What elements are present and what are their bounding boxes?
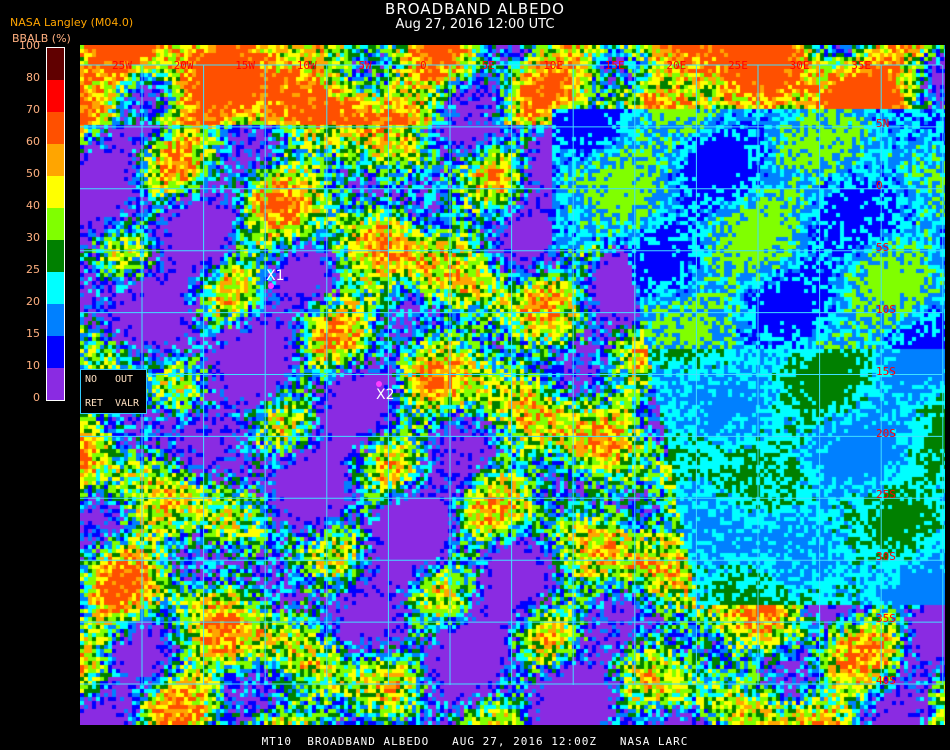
no-label: NO: [85, 374, 98, 385]
valr-label: VALR: [115, 398, 140, 409]
legend-swatch: [47, 336, 64, 368]
legend-swatch: [47, 144, 64, 176]
longitude-label: 15W: [235, 59, 256, 72]
legend-tick: 60: [26, 135, 40, 148]
legend-swatch: [47, 272, 64, 304]
longitude-label: 20E: [666, 59, 687, 72]
legend-tick: 20: [26, 295, 40, 308]
legend-tick: 15: [26, 327, 40, 340]
longitude-label: 5W: [358, 59, 372, 72]
latitude-label: 35S: [876, 612, 896, 626]
legend-swatch: [47, 48, 64, 80]
latitude-label: 0: [876, 178, 883, 192]
legend-tick: 25: [26, 263, 40, 276]
longitude-label: 35E: [851, 59, 872, 72]
longitude-label: 15E: [604, 59, 625, 72]
legend-swatch: [47, 176, 64, 208]
image-datetime: Aug 27, 2016 12:00 UTC: [395, 17, 555, 32]
legend-tick: 50: [26, 167, 40, 180]
longitude-label: 5E: [481, 59, 495, 72]
legend-swatch: [47, 80, 64, 112]
longitude-label: 10E: [543, 59, 564, 72]
longitude-label: 0: [420, 59, 427, 72]
color-legend: [46, 47, 65, 401]
legend-tick: 70: [26, 103, 40, 116]
legend-swatch: [47, 208, 64, 240]
longitude-label: 25W: [112, 59, 132, 72]
legend-tick: 10: [26, 359, 40, 372]
legend-swatch: [47, 304, 64, 336]
latitude-label: 5S: [876, 240, 890, 254]
ret-label: RET: [85, 398, 104, 409]
latitude-label: 20S: [876, 426, 896, 440]
legend-tick: 0: [33, 391, 40, 404]
latitude-label: 30S: [876, 550, 896, 564]
legend-swatch: [47, 368, 64, 400]
marker-x2: X2: [376, 387, 395, 403]
longitude-label: 20W: [173, 59, 194, 72]
legend-tick: 40: [26, 199, 40, 212]
latitude-label: 25S: [876, 488, 896, 502]
source-label: NASA Langley (M04.0): [10, 16, 134, 29]
legend-tick: 30: [26, 231, 40, 244]
longitude-label: 10W: [296, 59, 317, 72]
footer-caption: MT10 BROADBAND ALBEDO AUG 27, 2016 12:00…: [261, 735, 689, 748]
latitude-label: 40S: [876, 674, 896, 688]
longitude-label: 25E: [728, 59, 748, 72]
legend-tick: 80: [26, 71, 40, 84]
latitude-label: 15S: [876, 364, 896, 378]
no-retrieval-box: NO OUT RET VALR: [80, 369, 147, 414]
lat-lon-grid: 25W 20W 15W 10W 5W 0 5E 10E 15E 20E 25E 30E 35E 5N 0 5S…: [80, 45, 945, 725]
image-title: BROADBAND ALBEDO: [385, 0, 565, 18]
legend-swatch: [47, 112, 64, 144]
legend-swatch: [47, 240, 64, 272]
out-label: OUT: [115, 374, 134, 385]
legend-tick: 100: [19, 39, 40, 52]
latitude-label: 5N: [876, 117, 890, 130]
latitude-label: 10S: [876, 302, 896, 316]
longitude-label: 30E: [789, 59, 810, 72]
marker-x1: X1: [266, 268, 285, 284]
